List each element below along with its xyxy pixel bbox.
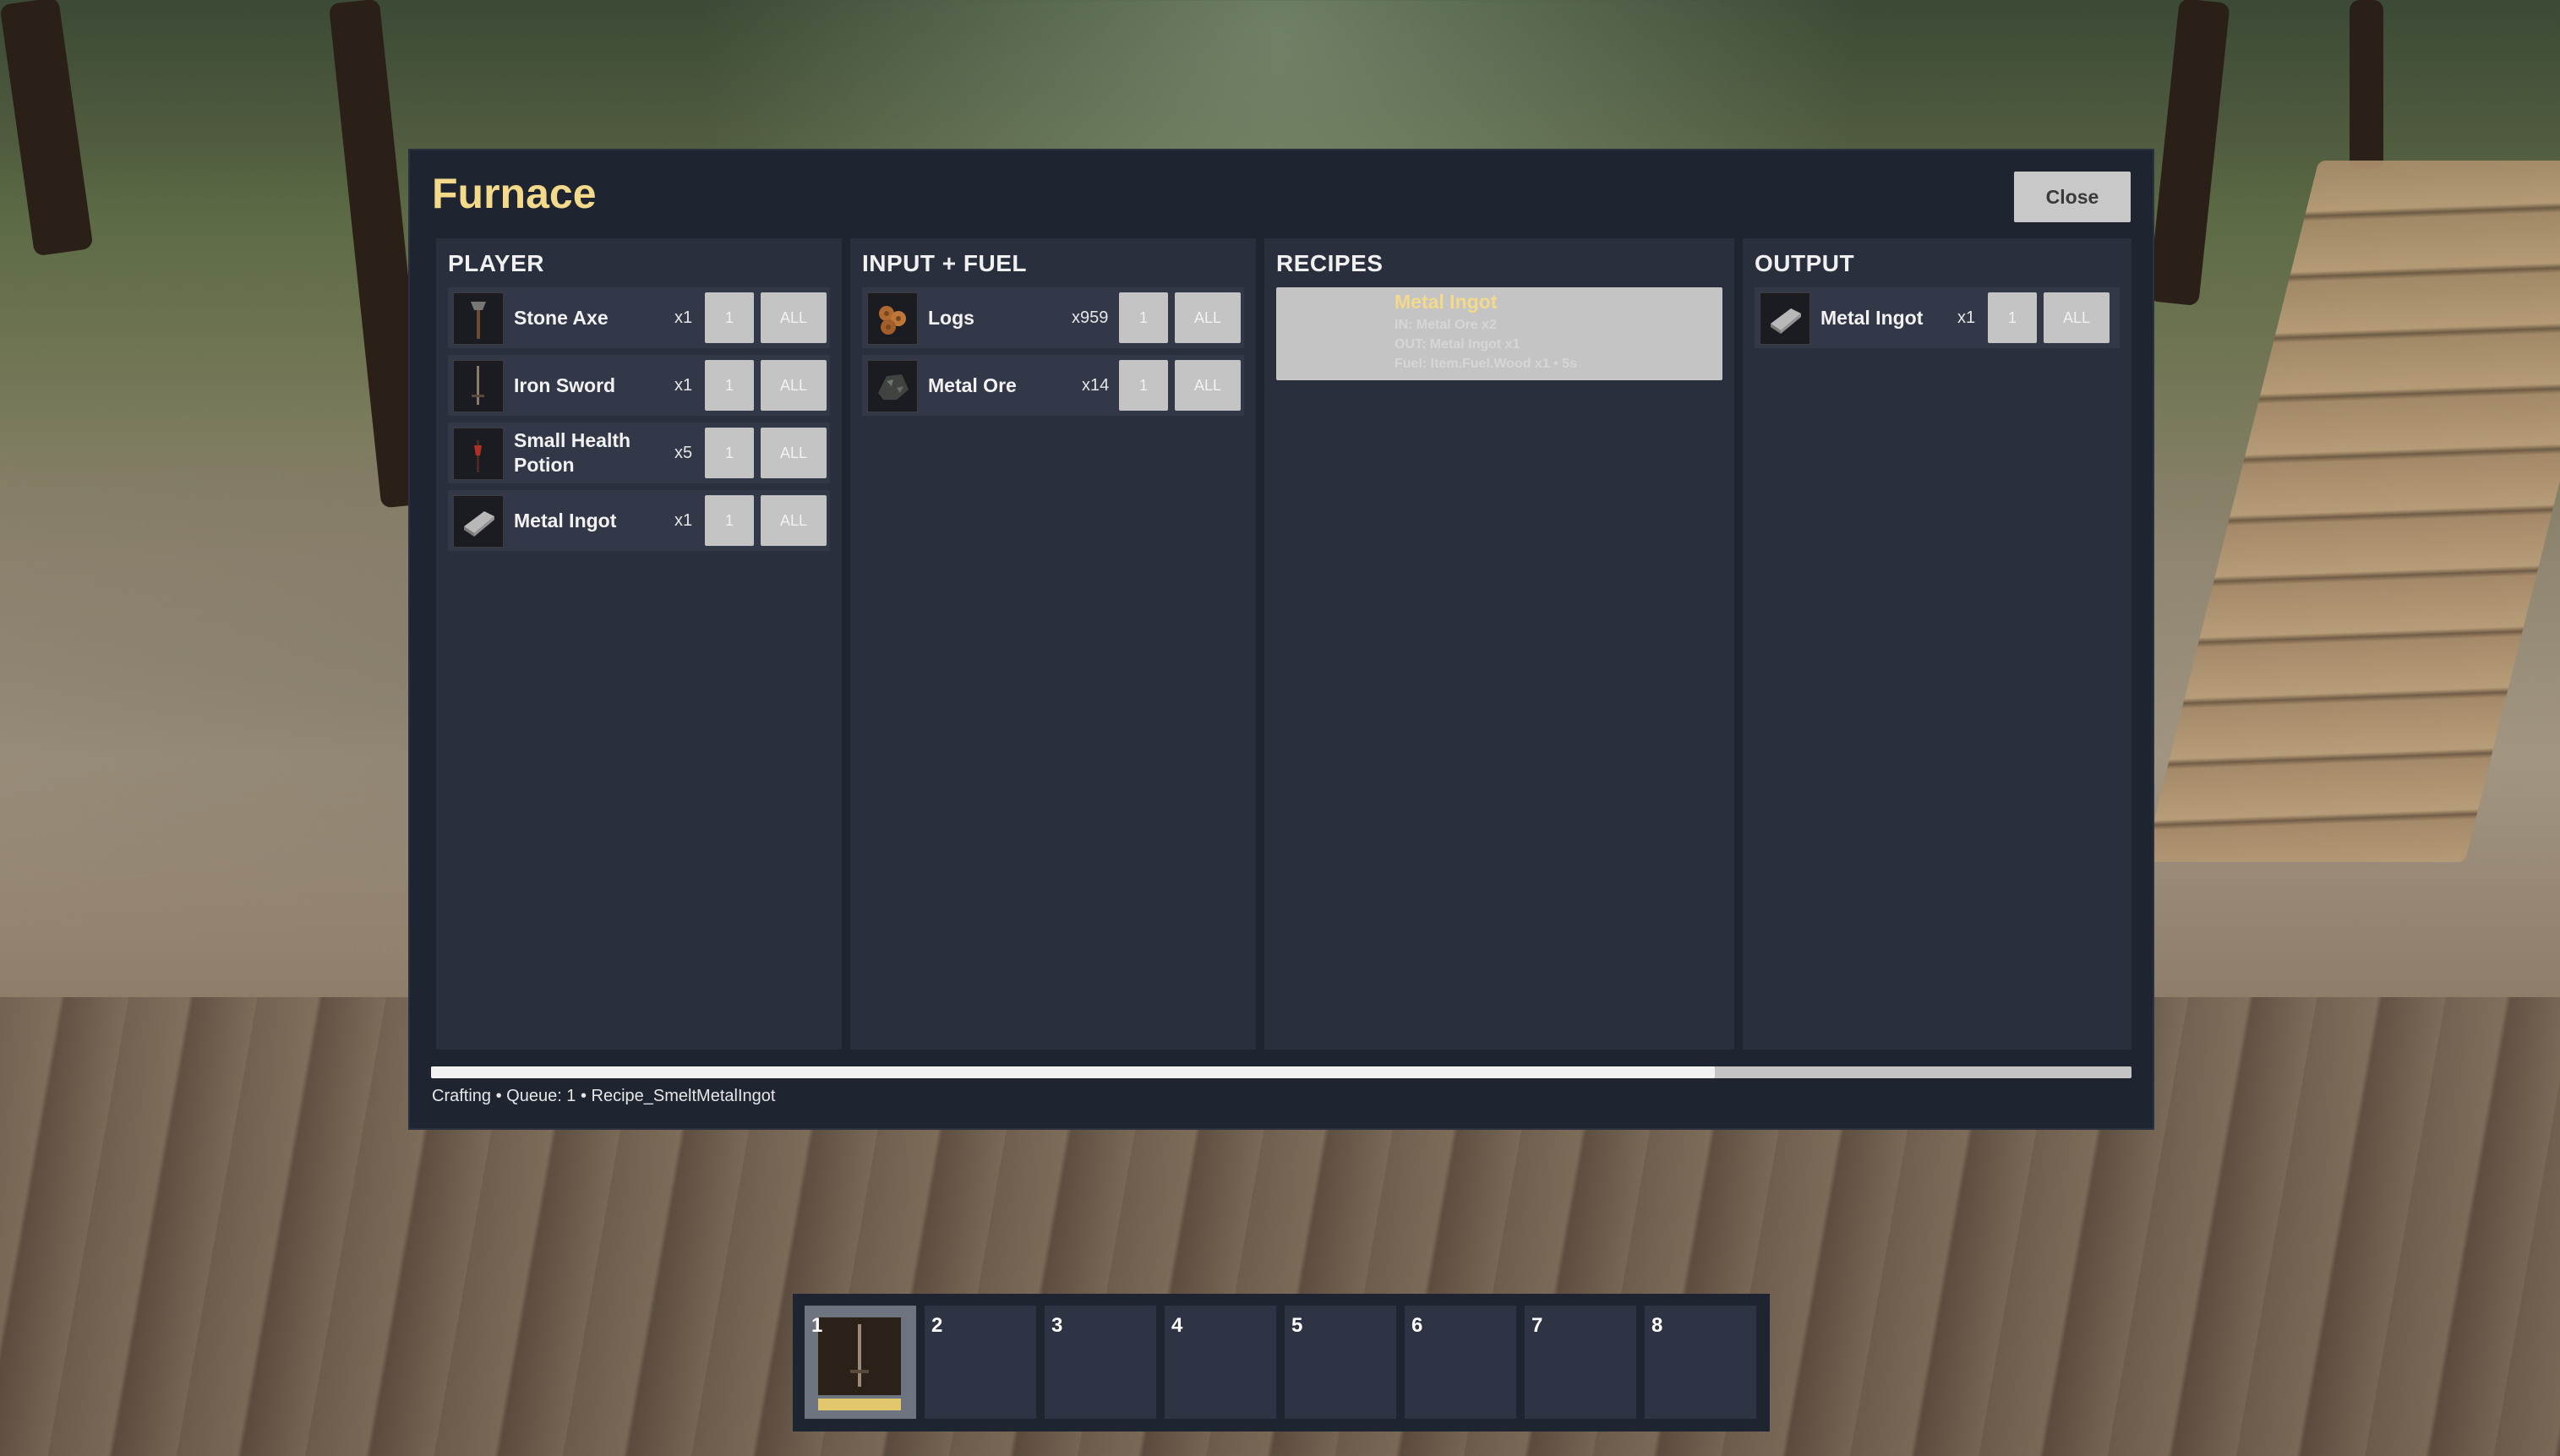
item-name: Stone Axe (514, 306, 609, 329)
hotbar-slot-number: 2 (931, 1314, 943, 1337)
tree-trunk (2350, 0, 2383, 169)
iron-sword-icon (818, 1317, 901, 1395)
hotbar-slot-8[interactable]: 8 (1645, 1306, 1756, 1419)
hotbar-slot-number: 3 (1051, 1314, 1063, 1337)
hotbar-slot-4[interactable]: 4 (1165, 1306, 1276, 1419)
item-name: Iron Sword (514, 374, 616, 396)
list-item[interactable]: Small Health Potion x5 1 ALL (448, 423, 830, 483)
recipes-panel: RECIPES Metal Ingot IN: Metal Ore x2 OUT… (1264, 238, 1734, 1050)
item-count: x14 (1082, 375, 1110, 395)
metal-ingot-icon (453, 495, 504, 548)
panel-title: INPUT + FUEL (862, 250, 1028, 276)
input-fuel-panel: INPUT + FUEL Logs x959 1 ALL Metal Ore x… (850, 238, 1256, 1050)
transfer-all-button[interactable]: ALL (761, 360, 827, 411)
list-item[interactable]: Stone Axe x1 1 ALL (448, 287, 830, 348)
output-panel: OUTPUT Metal Ingot x1 1 ALL (1743, 238, 2132, 1050)
logs-icon (867, 292, 918, 345)
transfer-all-button[interactable]: ALL (2044, 292, 2110, 343)
window-title: Furnace (432, 170, 597, 217)
item-name: Metal Ingot (514, 509, 617, 532)
stone-axe-icon (453, 292, 504, 345)
item-count: x959 (1072, 308, 1109, 327)
hotbar-slot-3[interactable]: 3 (1045, 1306, 1156, 1419)
transfer-one-button[interactable]: 1 (705, 428, 754, 478)
item-count: x1 (674, 375, 693, 395)
recipe-input: IN: Metal Ore x2 (1395, 318, 1497, 332)
metal-ore-icon (867, 360, 918, 412)
item-name: Metal Ore (928, 374, 1017, 396)
item-name: Logs (928, 306, 974, 329)
hotbar-slot-number: 4 (1171, 1314, 1183, 1337)
close-button[interactable]: Close (2014, 172, 2131, 222)
transfer-one-button[interactable]: 1 (705, 360, 754, 411)
transfer-all-button[interactable]: ALL (761, 428, 827, 478)
hotbar-slot-1[interactable]: 1 (805, 1306, 916, 1419)
list-item[interactable]: Logs x959 1 ALL (862, 287, 1244, 348)
item-count: x1 (674, 510, 693, 530)
panel-title: OUTPUT (1755, 250, 1855, 276)
furnace-window: Furnace Close PLAYER Stone Axe x1 1 ALL … (410, 150, 2153, 1128)
item-name: Small Health Potion (514, 429, 631, 476)
transfer-all-button[interactable]: ALL (761, 292, 827, 343)
tree-trunk (2148, 0, 2230, 307)
durability-bar (818, 1399, 901, 1410)
iron-sword-icon (453, 360, 504, 412)
recipe-name: Metal Ingot (1395, 291, 1498, 313)
transfer-one-button[interactable]: 1 (705, 292, 754, 343)
panel-title: RECIPES (1276, 250, 1384, 276)
recipe-output: OUT: Metal Ingot x1 (1395, 337, 1520, 352)
list-item[interactable]: Metal Ingot x1 1 ALL (448, 490, 830, 551)
hotbar-slot-5[interactable]: 5 (1285, 1306, 1396, 1419)
recipe-fuel: Fuel: Item.Fuel.Wood x1 • 5s (1395, 357, 1578, 371)
crafting-status: Crafting • Queue: 1 • Recipe_SmeltMetalI… (432, 1087, 776, 1105)
transfer-all-button[interactable]: ALL (1175, 360, 1241, 411)
item-count: x1 (1957, 308, 1976, 327)
player-panel: PLAYER Stone Axe x1 1 ALL Iron Sword x1 … (436, 238, 842, 1050)
hotbar-slot-number: 1 (811, 1314, 823, 1337)
hotbar-slot-number: 5 (1291, 1314, 1303, 1337)
player-item-list: Stone Axe x1 1 ALL Iron Sword x1 1 ALL S… (448, 287, 830, 558)
transfer-one-button[interactable]: 1 (705, 495, 754, 546)
hotbar-slot-7[interactable]: 7 (1525, 1306, 1636, 1419)
hotbar: 1 2 3 4 5 6 7 8 (793, 1294, 1770, 1431)
hotbar-slot-number: 8 (1651, 1314, 1663, 1337)
tree-trunk (0, 0, 94, 257)
item-count: x5 (674, 443, 693, 462)
hotbar-slot-6[interactable]: 6 (1405, 1306, 1516, 1419)
list-item[interactable]: Iron Sword x1 1 ALL (448, 355, 830, 416)
health-potion-icon (453, 428, 504, 480)
item-name: Metal Ingot (1820, 306, 1924, 329)
crafting-progress-fill (431, 1066, 1716, 1078)
item-count: x1 (674, 308, 693, 327)
metal-ingot-icon (1760, 292, 1810, 345)
output-item-list: Metal Ingot x1 1 ALL (1755, 287, 2120, 355)
hotbar-slot-2[interactable]: 2 (925, 1306, 1036, 1419)
input-item-list: Logs x959 1 ALL Metal Ore x14 1 ALL (862, 287, 1244, 423)
panel-title: PLAYER (448, 250, 545, 276)
crafting-progress-bar (431, 1066, 2132, 1078)
recipe-item[interactable]: Metal Ingot IN: Metal Ore x2 OUT: Metal … (1276, 287, 1722, 380)
hotbar-slot-number: 6 (1411, 1314, 1423, 1337)
transfer-all-button[interactable]: ALL (1175, 292, 1241, 343)
hotbar-slot-number: 7 (1531, 1314, 1543, 1337)
list-item[interactable]: Metal Ingot x1 1 ALL (1755, 287, 2120, 348)
transfer-one-button[interactable]: 1 (1119, 360, 1168, 411)
transfer-all-button[interactable]: ALL (761, 495, 827, 546)
transfer-one-button[interactable]: 1 (1988, 292, 2037, 343)
list-item[interactable]: Metal Ore x14 1 ALL (862, 355, 1244, 416)
transfer-one-button[interactable]: 1 (1119, 292, 1168, 343)
